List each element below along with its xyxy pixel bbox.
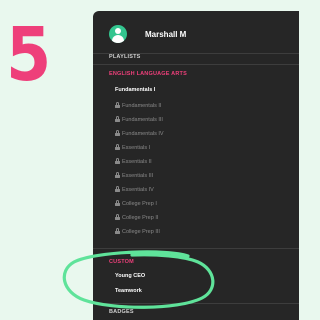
playlist-item-label: Essentials IV [122,187,154,193]
lock-icon [115,130,120,136]
playlist-item-fundamentals-ii[interactable]: Fundamentals II [115,102,161,109]
lock-icon [115,158,120,164]
lock-icon [115,102,120,108]
playlist-item-essentials-i[interactable]: Essentials I [115,144,150,151]
playlist-item-label: Essentials I [122,145,151,151]
lock-icon [115,200,120,206]
playlist-item-college-prep-iii[interactable]: College Prep III [115,228,160,235]
lock-icon [115,214,120,220]
playlist-item-essentials-iii[interactable]: Essentials III [115,172,153,179]
divider [93,64,299,65]
playlist-item-label: Fundamentals IV [122,131,164,137]
playlist-item-college-prep-i[interactable]: College Prep I [115,200,157,207]
playlist-item-label: Fundamentals II [122,103,162,109]
user-profile[interactable]: Marshall M [109,23,186,45]
lock-icon [115,116,120,122]
playlist-item-essentials-ii[interactable]: Essentials II [115,158,152,165]
playlist-item-fundamentals-iv[interactable]: Fundamentals IV [115,130,164,137]
user-name: Marshall M [145,29,187,39]
playlist-item-college-prep-ii[interactable]: College Prep II [115,214,158,221]
lock-icon [115,144,120,150]
playlist-item-label: Essentials III [122,173,154,179]
section-playlists[interactable]: PLAYLISTS [109,54,141,60]
highlight-circle [62,250,215,309]
section-english-language-arts[interactable]: ENGLISH LANGUAGE ARTS [109,71,187,77]
playlist-item-label: Fundamentals III [122,117,163,123]
avatar-icon [109,25,127,43]
lock-icon [115,228,120,234]
playlist-item-essentials-iv[interactable]: Essentials IV [115,186,154,193]
lock-icon [115,172,120,178]
playlist-item-label: College Prep I [122,201,157,207]
step-number: 5 [6,12,52,98]
playlist-item-fundamentals-i[interactable]: Fundamentals I [115,87,155,93]
playlist-item-label: College Prep II [122,215,159,221]
playlist-item-fundamentals-iii[interactable]: Fundamentals III [115,116,163,123]
playlist-item-label: Essentials II [122,159,152,165]
lock-icon [115,186,120,192]
playlist-item-label: College Prep III [122,229,160,235]
